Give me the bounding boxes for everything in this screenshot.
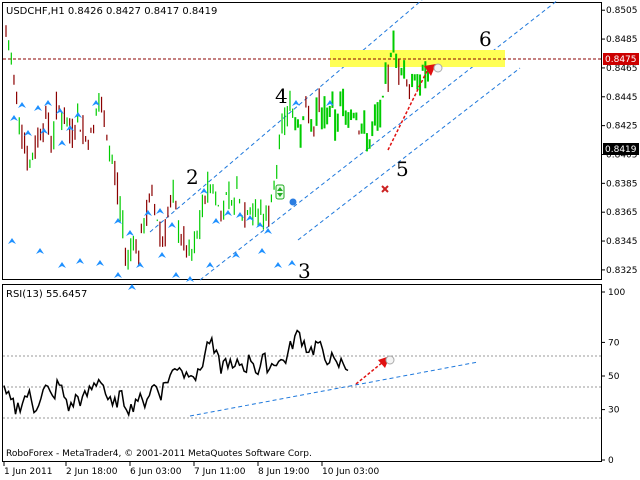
price-tick-label: 0.8325 [606,266,638,276]
entry-point-marker [289,198,297,206]
time-tick-label: 6 Jun 03:00 [130,467,182,477]
rsi-tick-label: 0 [608,456,614,466]
rsi-label: RSI(13) 55.6457 [6,289,87,300]
footer-copyright: RoboForex - MetaTrader4, © 2001-2011 Met… [6,449,312,459]
time-tick-label: 8 Jun 19:00 [258,467,310,477]
wave-label-4: 4 [275,84,288,108]
time-tick-label: 1 Jun 2011 [4,467,52,477]
rsi-tick-label: 100 [608,288,625,298]
symbol-header: USDCHF,H1 0.8426 0.8427 0.8417 0.8419 [6,6,217,17]
price-tick-label: 0.8385 [606,179,638,189]
chart-background [0,0,640,480]
price-tick-label: 0.8365 [606,208,638,218]
buy-signal-icon [275,184,285,200]
time-tick-label: 2 Jun 18:00 [66,467,118,477]
price-tick-label: 0.8425 [606,122,638,132]
trading-chart[interactable]: 0.85050.84850.84650.84450.84250.84050.83… [0,0,640,480]
wave-label-6: 6 [479,27,492,51]
rsi-tick-label: 70 [608,338,620,348]
price-tick-label: 0.8345 [606,237,638,247]
wave-label-2: 2 [186,165,199,189]
rsi-tick-label: 50 [608,372,620,382]
wave-label-3: 3 [298,259,311,283]
time-tick-label: 7 Jun 11:00 [194,467,246,477]
current-price-label: 0.8419 [605,145,637,155]
price-tick-label: 0.8465 [606,64,638,74]
level-price-label: 0.8475 [605,55,637,65]
price-tick-label: 0.8445 [606,93,638,103]
rsi-tick-label: 30 [608,406,620,416]
time-tick-label: 10 Jun 03:00 [322,467,379,477]
wave-label-5: 5 [396,157,409,181]
price-tick-label: 0.8485 [606,35,638,45]
price-tick-label: 0.8505 [606,6,638,16]
